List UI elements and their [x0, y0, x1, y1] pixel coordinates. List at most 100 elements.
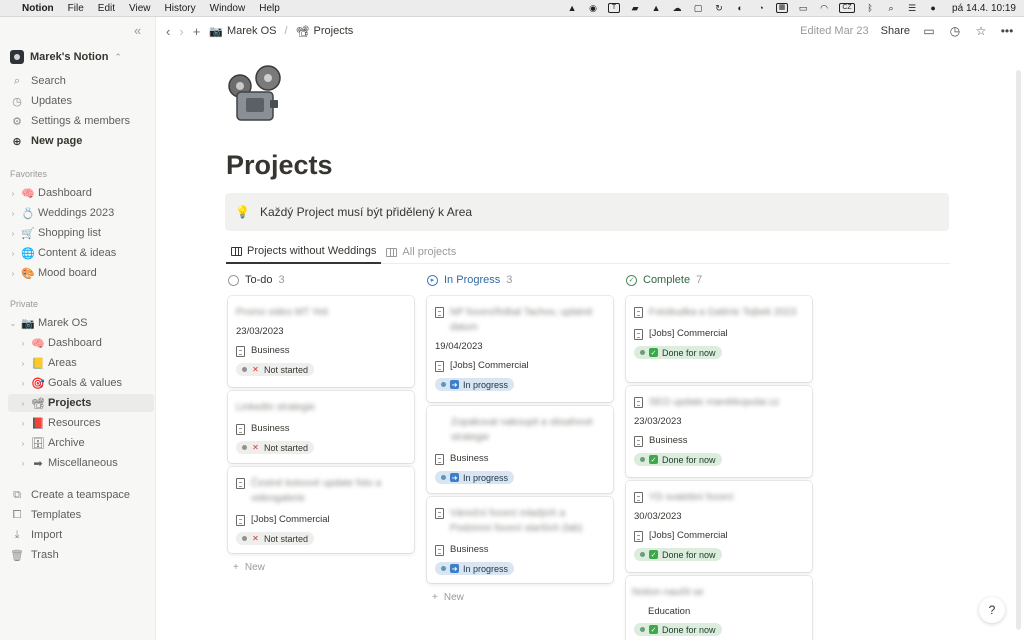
sidebar-item-import[interactable]: ⤓ Import [10, 526, 150, 544]
chevron-right-icon[interactable]: › [8, 189, 18, 198]
projector-icon[interactable] [226, 64, 284, 122]
favorite-item-mood-board[interactable]: › 🎨 Mood board [8, 264, 154, 282]
tray-clipboard-icon[interactable]: ▢ [692, 3, 704, 14]
board-card[interactable]: Vánoční focení mladých a Podzimní focení… [427, 497, 613, 583]
chevron-down-icon[interactable]: ⌄ [8, 319, 18, 328]
tray-moon-icon[interactable]: ◐ [734, 3, 746, 14]
chevron-right-icon[interactable]: › [18, 459, 28, 468]
sidebar-item-templates[interactable]: ⧠ Templates [10, 506, 150, 524]
history-clock-icon[interactable]: ◷ [948, 24, 962, 38]
share-button[interactable]: Share [881, 25, 910, 37]
favorite-item-content[interactable]: › 🌐 Content & ideas [8, 244, 154, 262]
siri-icon[interactable]: ● [927, 3, 939, 14]
sidebar-item-teamspace[interactable]: ⧉ Create a teamspace [10, 486, 150, 504]
column-header-complete[interactable]: ✓ Complete 7 [626, 274, 702, 286]
sidebar-item-settings[interactable]: ⚙ Settings & members [10, 112, 150, 130]
private-item-marek-os[interactable]: ⌄ 📷 Marek OS [8, 314, 154, 332]
chevron-right-icon[interactable]: › [18, 359, 28, 368]
control-center-icon[interactable]: ☰ [906, 3, 918, 14]
card-relation[interactable]: Business [228, 422, 414, 435]
new-card-button-todo[interactable]: + New [233, 562, 265, 573]
chevron-right-icon[interactable]: › [8, 249, 18, 258]
sidebar-item-new-page[interactable]: ⊕ New page [10, 132, 150, 150]
chevron-right-icon[interactable]: › [18, 339, 28, 348]
card-relation[interactable]: Business [427, 452, 613, 465]
column-header-todo[interactable]: To-do 3 [228, 274, 285, 286]
new-page-plus-icon[interactable]: + [193, 24, 201, 39]
board-card[interactable]: SEO update marekkopular.cz 23/03/2023 Bu… [626, 386, 812, 477]
tray-folder-icon[interactable]: ▰ [629, 3, 641, 14]
card-relation[interactable]: Business [626, 434, 812, 447]
tab-all-projects[interactable]: All projects [381, 240, 461, 264]
tray-hat-icon[interactable]: ▲ [650, 3, 662, 14]
tray-stats-icon[interactable]: ◔ [755, 3, 767, 14]
sidebar-item-updates[interactable]: ◷ Updates [10, 92, 150, 110]
favorite-item-shopping[interactable]: › 🛒 Shopping list [8, 224, 154, 242]
new-card-button-in-progress[interactable]: + New [432, 592, 464, 603]
tray-camera-icon[interactable]: ◉ [587, 3, 599, 14]
private-item-goals[interactable]: › 🎯 Goals & values [8, 374, 154, 392]
card-relation[interactable]: [Jobs] Commercial [626, 327, 812, 340]
board-card[interactable]: LinkedIn strategie Business ✕ Not started [228, 391, 414, 463]
sidebar-item-search[interactable]: ⌕ Search [10, 72, 150, 90]
back-arrow-icon[interactable]: ‹ [166, 24, 170, 39]
tray-sync-icon[interactable]: ↻ [713, 3, 725, 14]
tray-app-icon[interactable]: ▲ [566, 3, 578, 14]
menu-edit[interactable]: Edit [98, 3, 115, 14]
board-card[interactable]: Čestné kotvové update foto a videogaleri… [228, 467, 414, 553]
vertical-scrollbar[interactable] [1016, 70, 1021, 630]
tray-grid-icon[interactable]: ▦ [776, 3, 789, 13]
collapse-sidebar-icon[interactable]: « [134, 23, 141, 38]
menubar-clock[interactable]: pá 14.4. 10:19 [952, 3, 1016, 14]
chevron-right-icon[interactable]: › [18, 379, 28, 388]
chevron-right-icon[interactable]: › [8, 229, 18, 238]
favorite-item-dashboard[interactable]: › 🧠 Dashboard [8, 184, 154, 202]
private-item-archive[interactable]: › 🗄 Archive [8, 434, 154, 452]
comments-icon[interactable]: ▭ [922, 24, 936, 38]
card-relation[interactable]: [Jobs] Commercial [427, 359, 613, 372]
board-card[interactable]: NP focení/fotbal Tachov, uplatnit datum … [427, 296, 613, 402]
board-card[interactable]: Fotobudka a Galérie Tejbek 2023 [Jobs] C… [626, 296, 812, 382]
private-item-resources[interactable]: › 📕 Resources [8, 414, 154, 432]
menu-history[interactable]: History [165, 3, 196, 14]
private-item-areas[interactable]: › 📒 Areas [8, 354, 154, 372]
chevron-right-icon[interactable]: › [18, 399, 28, 408]
private-item-dashboard[interactable]: › 🧠 Dashboard [8, 334, 154, 352]
card-relation[interactable]: Business [228, 344, 414, 357]
board-card[interactable]: Notion naučit se Education ✓ Done for now [626, 576, 812, 640]
card-relation[interactable]: [Jobs] Commercial [626, 529, 812, 542]
menu-window[interactable]: Window [210, 3, 246, 14]
board-card[interactable]: Promo video MT Yeti 23/03/2023 Business … [228, 296, 414, 387]
favorite-star-icon[interactable]: ☆ [974, 24, 988, 38]
spotlight-icon[interactable]: ⌕ [885, 3, 897, 14]
keyboard-layout[interactable]: CZ [839, 3, 856, 13]
board-card[interactable]: Zopakovat nakoupit a obsahové strategie … [427, 406, 613, 493]
help-button[interactable]: ? [979, 597, 1005, 623]
wifi-icon[interactable]: ◠ [818, 3, 830, 14]
menu-help[interactable]: Help [259, 3, 280, 14]
private-item-projects[interactable]: › 📽 Projects [8, 394, 154, 412]
board-card[interactable]: YD svatební focení 30/03/2023 [Jobs] Com… [626, 481, 812, 572]
bluetooth-icon[interactable]: ᛒ [864, 3, 876, 14]
menu-view[interactable]: View [129, 3, 151, 14]
private-item-misc[interactable]: › ➡ Miscellaneous [8, 454, 154, 472]
chevron-right-icon[interactable]: › [18, 439, 28, 448]
card-relation[interactable]: [Jobs] Commercial [228, 513, 414, 526]
tray-text-icon[interactable]: T [608, 3, 621, 13]
chevron-right-icon[interactable]: › [8, 209, 18, 218]
chevron-right-icon[interactable]: › [8, 269, 18, 278]
sidebar-item-trash[interactable]: 🗑 Trash [10, 546, 150, 564]
chevron-right-icon[interactable]: › [18, 419, 28, 428]
breadcrumb-current[interactable]: Projects [314, 25, 354, 37]
workspace-switcher[interactable]: Marek's Notion ⌃ [10, 50, 122, 64]
card-relation[interactable]: Business [427, 543, 613, 556]
tray-cloud-icon[interactable]: ☁ [671, 3, 683, 14]
menu-file[interactable]: File [68, 3, 84, 14]
breadcrumb-parent[interactable]: Marek OS [227, 25, 277, 37]
tab-projects-without-weddings[interactable]: Projects without Weddings [226, 240, 382, 264]
menu-app-name[interactable]: Notion [22, 3, 54, 14]
favorite-item-weddings[interactable]: › 💍 Weddings 2023 [8, 204, 154, 222]
battery-icon[interactable]: ▭ [797, 3, 809, 14]
column-header-in-progress[interactable]: ▸ In Progress 3 [427, 274, 512, 286]
callout-block[interactable]: 💡 Každý Project musí být přidělený k Are… [225, 193, 949, 231]
